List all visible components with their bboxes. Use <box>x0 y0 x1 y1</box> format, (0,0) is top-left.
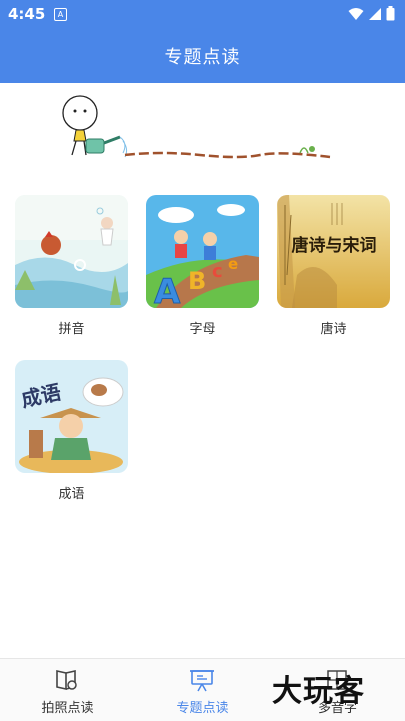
topic-card-tang-poetry[interactable]: 唐诗与宋词 <box>277 195 390 308</box>
svg-text:A: A <box>154 272 181 308</box>
watermark: 大玩客 <box>272 674 365 709</box>
battery-icon <box>386 6 395 21</box>
tang-poetry-cover-text: 唐诗与宋词 <box>292 235 377 256</box>
signal-icon <box>369 7 381 20</box>
page-title: 专题点读 <box>164 46 241 68</box>
topic-label-tang-poetry: 唐诗 <box>320 322 347 337</box>
idioms-cover-image: 成语 <box>15 360 128 473</box>
banner-illustration <box>62 95 331 159</box>
nav-item-photo-read[interactable]: 拍照点读 <box>0 659 135 721</box>
topic-card-letters[interactable]: A B c e <box>146 195 259 308</box>
topic-label-letters: 字母 <box>189 322 216 337</box>
svg-text:B: B <box>188 267 206 295</box>
app-bar: 专题点读 <box>0 28 405 83</box>
svg-text:e: e <box>228 255 238 273</box>
letters-cover-image: A B c e <box>146 195 259 308</box>
topic-card-idioms[interactable]: 成语 <box>15 360 128 473</box>
book-camera-icon <box>56 670 77 690</box>
notification-icon: A <box>54 8 67 21</box>
topic-card-pinyin[interactable] <box>15 195 128 308</box>
status-icons <box>348 6 395 21</box>
svg-text:c: c <box>212 261 223 282</box>
nav-label-photo-read: 拍照点读 <box>41 701 94 716</box>
status-bar: 4:45 A <box>0 0 405 28</box>
tang-poetry-cover-image: 唐诗与宋词 <box>277 195 390 308</box>
status-time: 4:45 <box>8 5 46 23</box>
pinyin-cover-image <box>15 195 128 308</box>
topic-label-idioms: 成语 <box>58 487 85 502</box>
presentation-board-icon <box>190 670 214 692</box>
nav-label-topic-read: 专题点读 <box>176 701 229 716</box>
wifi-icon <box>348 7 364 20</box>
nav-item-topic-read[interactable]: 专题点读 <box>135 659 270 721</box>
topic-label-pinyin: 拼音 <box>58 322 85 337</box>
